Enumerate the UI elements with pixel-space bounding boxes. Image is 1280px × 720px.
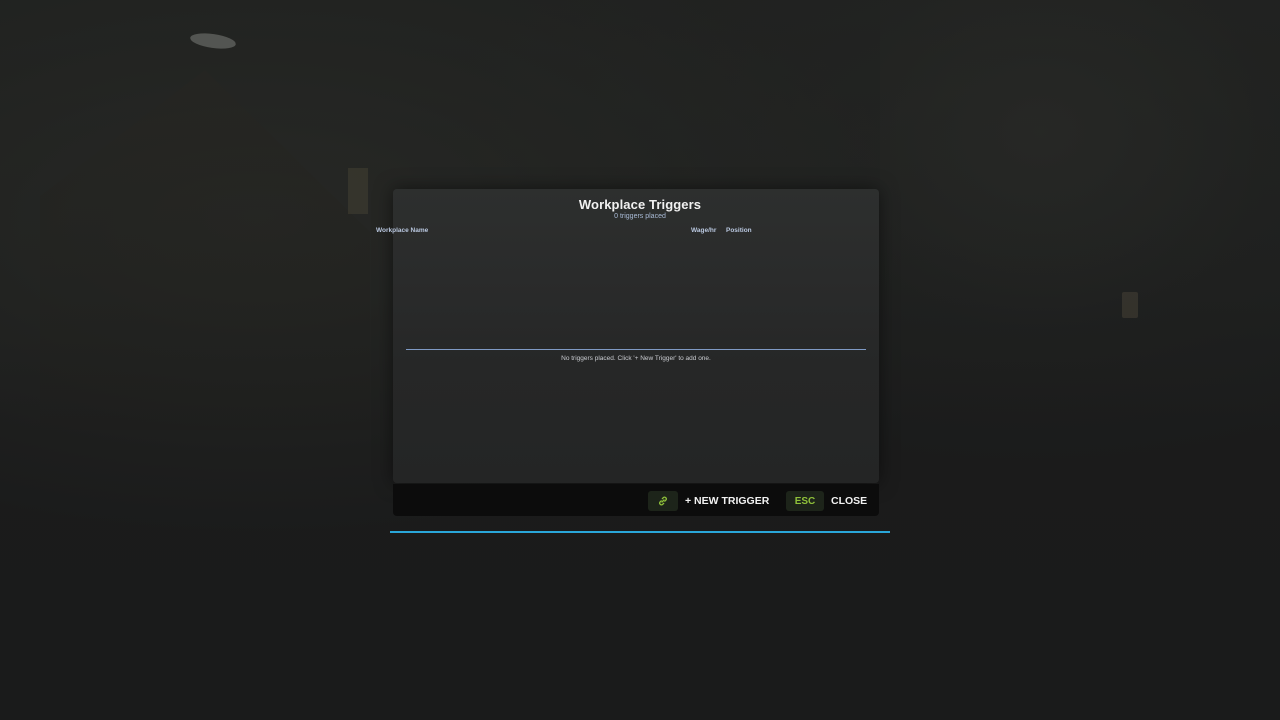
- empty-state-message: No triggers placed. Click '+ New Trigger…: [561, 355, 711, 362]
- dialog-title: Workplace Triggers: [578, 197, 702, 212]
- column-header-wage: Wage/hr: [691, 227, 717, 234]
- new-trigger-key[interactable]: [648, 491, 678, 511]
- column-header-position: Position: [726, 227, 752, 234]
- close-button[interactable]: CLOSE: [831, 495, 867, 507]
- dialog-subtitle: 0 triggers placed: [614, 213, 666, 220]
- link-icon: [659, 496, 667, 506]
- new-trigger-button[interactable]: + NEW TRIGGER: [685, 495, 769, 507]
- accent-progress-line: [390, 531, 890, 533]
- workplace-triggers-dialog: [393, 189, 879, 483]
- column-header-workplace-name: Workplace Name: [376, 227, 429, 234]
- table-divider: [406, 349, 866, 350]
- esc-key[interactable]: ESC: [786, 491, 824, 511]
